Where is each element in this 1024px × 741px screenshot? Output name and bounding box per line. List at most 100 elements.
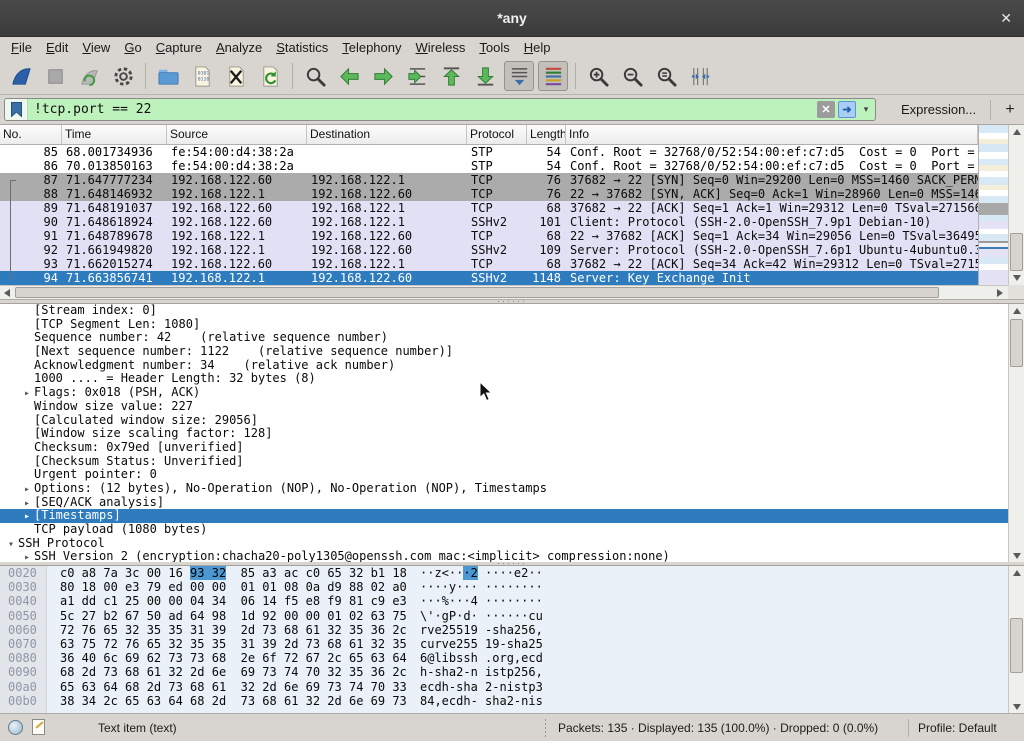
packet-row[interactable]: 9171.648789678192.168.122.1192.168.122.6… [0,229,978,243]
bytes-vscrollbar[interactable] [1008,566,1024,713]
colorize-button[interactable] [538,61,568,91]
start-capture-button[interactable] [6,61,36,91]
collapsed-arrow-icon[interactable]: ▸ [20,387,34,401]
resize-columns-button[interactable] [685,61,715,91]
scroll-up-icon[interactable] [1009,125,1024,139]
detail-line[interactable]: ▸[Timestamps] [0,509,1024,523]
stop-capture-button[interactable] [40,61,70,91]
open-file-button[interactable] [153,61,183,91]
scrollbar-thumb[interactable] [1010,618,1023,673]
detail-line[interactable]: Sequence number: 42 (relative sequence n… [0,331,1024,345]
menu-capture[interactable]: Capture [149,39,209,56]
save-file-button[interactable]: 01010110 [187,61,217,91]
menu-file[interactable]: File [4,39,39,56]
column-header-source[interactable]: Source [167,125,307,144]
hex-row[interactable]: 009068 2d 73 68 61 32 2d 6e 69 73 74 70 … [0,665,1024,679]
expanded-arrow-icon[interactable]: ▾ [4,538,18,552]
details-vscrollbar[interactable] [1008,304,1024,562]
packet-row[interactable]: 9271.661949820192.168.122.1192.168.122.6… [0,243,978,257]
detail-line[interactable]: [Checksum Status: Unverified] [0,455,1024,469]
scrollbar-thumb[interactable] [1010,319,1023,367]
scroll-up-icon[interactable] [1009,304,1024,318]
go-bottom-button[interactable] [470,61,500,91]
menu-telephony[interactable]: Telephony [335,39,408,56]
detail-line[interactable]: Window size value: 227 [0,400,1024,414]
hex-row[interactable]: 00a065 63 64 68 2d 73 68 61 32 2d 6e 69 … [0,680,1024,694]
detail-line[interactable]: ▾SSH Protocol [0,537,1024,551]
packet-list-header[interactable]: No.TimeSourceDestinationProtocolLengthIn… [0,125,978,145]
intelligent-scrollbar-minimap[interactable] [978,125,1008,285]
close-icon[interactable]: ✕ [1000,9,1012,27]
filter-clear-button[interactable]: ✕ [817,101,835,118]
go-back-button[interactable] [334,61,364,91]
filter-history-dropdown[interactable]: ▾ [859,104,873,115]
collapsed-arrow-icon[interactable]: ▸ [20,483,34,497]
restart-capture-button[interactable] [74,61,104,91]
packet-row[interactable]: 8771.647777234192.168.122.60192.168.122.… [0,173,978,187]
filter-apply-button[interactable]: ➜ [838,101,856,118]
menu-help[interactable]: Help [517,39,558,56]
collapsed-arrow-icon[interactable]: ▸ [20,510,34,524]
packet-row[interactable]: 9071.648618924192.168.122.60192.168.122.… [0,215,978,229]
scrollbar-thumb[interactable] [1010,233,1023,271]
hex-row[interactable]: 008036 40 6c 69 62 73 73 68 2e 6f 72 67 … [0,651,1024,665]
zoom-in-button[interactable] [583,61,613,91]
column-header-length[interactable]: Length [527,125,566,144]
collapsed-arrow-icon[interactable]: ▸ [20,497,34,511]
detail-line[interactable]: [Window size scaling factor: 128] [0,427,1024,441]
hex-row[interactable]: 0020c0 a8 7a 3c 00 16 93 32 85 a3 ac c0 … [0,566,1024,580]
column-header-info[interactable]: Info [566,125,978,144]
hex-row[interactable]: 007063 75 72 76 65 32 35 35 31 39 2d 73 … [0,637,1024,651]
detail-line[interactable]: 1000 .... = Header Length: 32 bytes (8) [0,372,1024,386]
zoom-out-button[interactable] [617,61,647,91]
packet-row[interactable]: 9371.662015274192.168.122.60192.168.122.… [0,257,978,271]
scroll-left-icon[interactable] [0,286,14,299]
menu-go[interactable]: Go [117,39,148,56]
filter-bookmark-button[interactable] [5,99,28,120]
auto-scroll-button[interactable] [504,61,534,91]
hex-dump[interactable]: 0020c0 a8 7a 3c 00 16 93 32 85 a3 ac c0 … [0,566,1024,708]
hex-row[interactable]: 0040a1 dd c1 25 00 00 04 34 06 14 f5 e8 … [0,594,1024,608]
go-top-button[interactable] [436,61,466,91]
packet-row[interactable]: 8971.648191037192.168.122.60192.168.122.… [0,201,978,215]
detail-line[interactable]: ▸Options: (12 bytes), No-Operation (NOP)… [0,482,1024,496]
detail-line[interactable]: TCP payload (1080 bytes) [0,523,1024,537]
column-header-time[interactable]: Time [62,125,167,144]
display-filter-input[interactable]: !tcp.port == 22 ✕ ➜ ▾ [4,98,876,121]
collapsed-arrow-icon[interactable]: ▸ [20,551,34,562]
scroll-down-icon[interactable] [1009,271,1024,285]
scroll-up-icon[interactable] [1009,566,1024,580]
detail-line[interactable]: Acknowledgment number: 34 (relative ack … [0,359,1024,373]
reload-file-button[interactable] [255,61,285,91]
hex-row[interactable]: 003080 18 00 e3 79 ed 00 00 01 01 08 0a … [0,580,1024,594]
scroll-right-icon[interactable] [993,286,1007,299]
hex-row[interactable]: 006072 76 65 32 35 35 31 39 2d 73 68 61 … [0,623,1024,637]
scrollbar-thumb[interactable] [15,287,939,298]
menu-statistics[interactable]: Statistics [269,39,335,56]
packet-row[interactable]: 8871.648146932192.168.122.1192.168.122.6… [0,187,978,201]
profile-text[interactable]: Profile: Default [918,721,997,735]
scroll-down-icon[interactable] [1009,549,1024,562]
go-forward-button[interactable] [368,61,398,91]
column-header-no[interactable]: No. [0,125,62,144]
hex-row[interactable]: 00505c 27 b2 67 50 ad 64 98 1d 92 00 00 … [0,609,1024,623]
menu-analyze[interactable]: Analyze [209,39,269,56]
packet-list-vscrollbar[interactable] [1008,125,1024,285]
detail-line[interactable]: [Stream index: 0] [0,304,1024,318]
scroll-down-icon[interactable] [1009,700,1024,713]
packet-row[interactable]: 8670.013850163fe:54:00:d4:38:2aSTP54Conf… [0,159,978,173]
detail-line[interactable]: Checksum: 0x79ed [unverified] [0,441,1024,455]
column-header-protocol[interactable]: Protocol [467,125,527,144]
menu-edit[interactable]: Edit [39,39,75,56]
menu-wireless[interactable]: Wireless [409,39,473,56]
expert-info-icon[interactable] [8,720,23,735]
column-header-destination[interactable]: Destination [307,125,467,144]
zoom-original-button[interactable] [651,61,681,91]
menu-tools[interactable]: Tools [472,39,516,56]
filter-expression-text[interactable]: !tcp.port == 22 [28,102,817,117]
detail-line[interactable]: Urgent pointer: 0 [0,468,1024,482]
detail-line[interactable]: [Next sequence number: 1122 (relative se… [0,345,1024,359]
go-to-packet-button[interactable] [402,61,432,91]
add-filter-button[interactable]: + [1000,98,1020,121]
close-file-button[interactable] [221,61,251,91]
